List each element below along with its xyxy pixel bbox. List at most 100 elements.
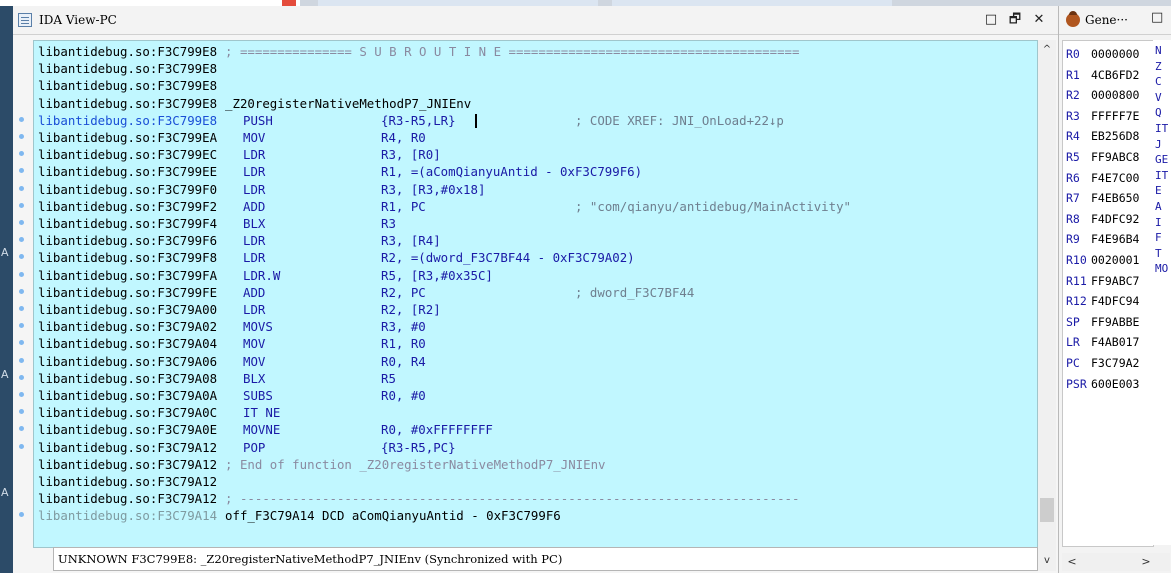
register-value[interactable]: F4EB650	[1091, 189, 1139, 207]
breakpoint-marker[interactable]	[19, 254, 24, 260]
restore-button[interactable]: □	[981, 10, 1001, 30]
register-row[interactable]: R1 4CB6FD2	[1066, 66, 1139, 84]
disasm-line[interactable]: libantidebug.so:F3C79A06 MOV R0, R4	[38, 353, 426, 370]
register-value[interactable]: F4AB017	[1091, 333, 1139, 351]
disasm-line[interactable]: libantidebug.so:F3C79A12 ; End of functio…	[38, 456, 606, 473]
scroll-left-arrow[interactable]: <	[1064, 554, 1080, 570]
disasm-line[interactable]: libantidebug.so:F3C799F0 LDR R3, [R3,#0x18…	[38, 181, 485, 198]
disasm-line[interactable]: libantidebug.so:F3C79A0C IT NE	[38, 404, 280, 421]
breakpoint-column[interactable]	[13, 40, 33, 548]
register-value[interactable]: FFFFF7E	[1091, 107, 1139, 125]
disasm-line[interactable]: libantidebug.so:F3C799E8 _Z20registerNati…	[38, 95, 471, 112]
register-row[interactable]: PC F3C79A2	[1066, 354, 1139, 372]
register-row[interactable]: R7 F4EB650	[1066, 189, 1139, 207]
disasm-line[interactable]: libantidebug.so:F3C799E8 PUSH {R3-R5,LR} ; …	[38, 112, 784, 129]
flag-list[interactable]: N Z C V Q IT J GE IT E A I F T MO	[1153, 40, 1171, 545]
disassembly-listing[interactable]: libantidebug.so:F3C799E8 ; ==============…	[33, 40, 1038, 548]
disasm-line[interactable]: libantidebug.so:F3C799EC LDR R3, [R0]	[38, 146, 441, 163]
scroll-thumb[interactable]	[1040, 498, 1054, 522]
breakpoint-marker[interactable]	[19, 323, 24, 329]
flag-label[interactable]: C	[1155, 75, 1162, 88]
disasm-line[interactable]: libantidebug.so:F3C799E8 ; ==============…	[38, 43, 799, 60]
disassembly-vertical-scrollbar[interactable]: ^ v	[1038, 40, 1056, 571]
flag-label[interactable]: I	[1155, 216, 1162, 229]
breakpoint-marker[interactable]	[19, 357, 24, 363]
breakpoint-marker[interactable]	[19, 202, 24, 208]
flag-label[interactable]: IT	[1155, 122, 1168, 135]
breakpoint-marker[interactable]	[19, 134, 24, 139]
register-value[interactable]: 600E003	[1091, 375, 1139, 393]
breakpoint-marker[interactable]	[19, 306, 24, 311]
disasm-line[interactable]: libantidebug.so:F3C799F8 LDR R2, =(dword_F…	[38, 249, 635, 266]
disasm-line[interactable]: libantidebug.so:F3C799FE ADD R2, PC ; dword…	[38, 284, 694, 301]
flag-label[interactable]: MO	[1155, 262, 1168, 275]
flag-label[interactable]: IT	[1155, 169, 1168, 182]
flag-label[interactable]: F	[1155, 231, 1162, 244]
register-row[interactable]: R8 F4DFC92	[1066, 210, 1139, 228]
register-row[interactable]: R4 EB256D8	[1066, 127, 1139, 145]
registers-horizontal-scrollbar[interactable]: < >	[1062, 553, 1170, 571]
flag-label[interactable]: A	[1155, 200, 1162, 213]
disasm-line[interactable]: libantidebug.so:F3C799F4 BLX R3	[38, 215, 396, 232]
breakpoint-marker[interactable]	[19, 426, 24, 432]
breakpoint-marker[interactable]	[19, 116, 24, 122]
breakpoint-marker[interactable]	[19, 185, 24, 191]
breakpoint-marker[interactable]	[19, 151, 24, 157]
breakpoint-marker[interactable]	[19, 409, 24, 415]
register-value[interactable]: 0000800	[1091, 86, 1139, 104]
breakpoint-marker[interactable]	[19, 340, 24, 346]
register-value[interactable]: FF9ABC7	[1091, 272, 1139, 290]
scroll-right-arrow[interactable]: >	[1138, 554, 1154, 570]
flag-label[interactable]: Q	[1155, 106, 1162, 119]
register-row[interactable]: SP FF9ABBE	[1066, 313, 1139, 331]
disasm-line[interactable]: libantidebug.so:F3C799F2 ADD R1, PC ; "com/…	[38, 198, 851, 215]
register-value[interactable]: EB256D8	[1091, 127, 1139, 145]
disasm-line[interactable]: libantidebug.so:F3C79A12 POP {R3-R5,PC}	[38, 439, 456, 456]
maximize-button[interactable]: □	[1151, 10, 1163, 25]
register-row[interactable]: R3 FFFFF7E	[1066, 107, 1139, 125]
register-row[interactable]: R5 FF9ABC8	[1066, 148, 1139, 166]
disasm-line[interactable]: libantidebug.so:F3C799EA MOV R4, R0	[38, 129, 426, 146]
register-row[interactable]: R11 FF9ABC7	[1066, 272, 1139, 290]
breakpoint-marker[interactable]	[19, 443, 24, 449]
scroll-up-arrow[interactable]: ^	[1038, 42, 1056, 58]
register-value[interactable]: FF9ABBE	[1091, 313, 1139, 331]
register-value[interactable]: F4E96B4	[1091, 230, 1139, 248]
disasm-line[interactable]: libantidebug.so:F3C79A0E MOVNE R0, #0xFFFF…	[38, 421, 493, 438]
disasm-line[interactable]: libantidebug.so:F3C79A12 ; --------------…	[38, 490, 799, 507]
flag-label[interactable]: GE	[1155, 153, 1168, 166]
register-value[interactable]: 0020001	[1091, 251, 1139, 269]
disasm-line[interactable]: libantidebug.so:F3C79A00 LDR R2, [R2]	[38, 301, 441, 318]
breakpoint-marker[interactable]	[19, 392, 24, 397]
register-value[interactable]: F4E7C00	[1091, 169, 1139, 187]
disasm-line[interactable]: libantidebug.so:F3C79A02 MOVS R3, #0	[38, 318, 426, 335]
register-row[interactable]: R10 0020001	[1066, 251, 1139, 269]
register-value[interactable]: FF9ABC8	[1091, 148, 1139, 166]
register-row[interactable]: R0 0000000	[1066, 45, 1139, 63]
breakpoint-marker[interactable]	[19, 374, 24, 380]
disasm-line[interactable]: libantidebug.so:F3C799EE LDR R1, =(aComQia…	[38, 163, 642, 180]
breakpoint-marker[interactable]	[19, 288, 24, 294]
disasm-line[interactable]: libantidebug.so:F3C79A14 off_F3C79A14 DCD…	[38, 507, 561, 524]
register-value[interactable]: F4DFC94	[1091, 292, 1139, 310]
close-view-button[interactable]: ✕	[1029, 10, 1049, 30]
register-row[interactable]: R9 F4E96B4	[1066, 230, 1139, 248]
flag-label[interactable]: V	[1155, 91, 1162, 104]
disasm-line[interactable]: libantidebug.so:F3C799E8	[38, 77, 217, 94]
flag-label[interactable]: T	[1155, 247, 1162, 260]
register-row[interactable]: PSR 600E003	[1066, 375, 1139, 393]
disasm-line[interactable]: libantidebug.so:F3C79A12	[38, 473, 217, 490]
register-row[interactable]: R12 F4DFC94	[1066, 292, 1139, 310]
breakpoint-marker[interactable]	[19, 512, 24, 518]
register-row[interactable]: R6 F4E7C00	[1066, 169, 1139, 187]
disasm-line[interactable]: libantidebug.so:F3C799F6 LDR R3, [R4]	[38, 232, 441, 249]
flag-label[interactable]: E	[1155, 184, 1162, 197]
breakpoint-marker[interactable]	[19, 220, 24, 225]
disasm-line[interactable]: libantidebug.so:F3C79A04 MOV R1, R0	[38, 335, 426, 352]
float-window-button[interactable]: 🗗	[1005, 10, 1025, 30]
breakpoint-marker[interactable]	[19, 168, 24, 174]
breakpoint-marker[interactable]	[19, 237, 24, 243]
register-row[interactable]: LR F4AB017	[1066, 333, 1139, 351]
register-value[interactable]: F4DFC92	[1091, 210, 1139, 228]
flag-label[interactable]: Z	[1155, 60, 1162, 73]
